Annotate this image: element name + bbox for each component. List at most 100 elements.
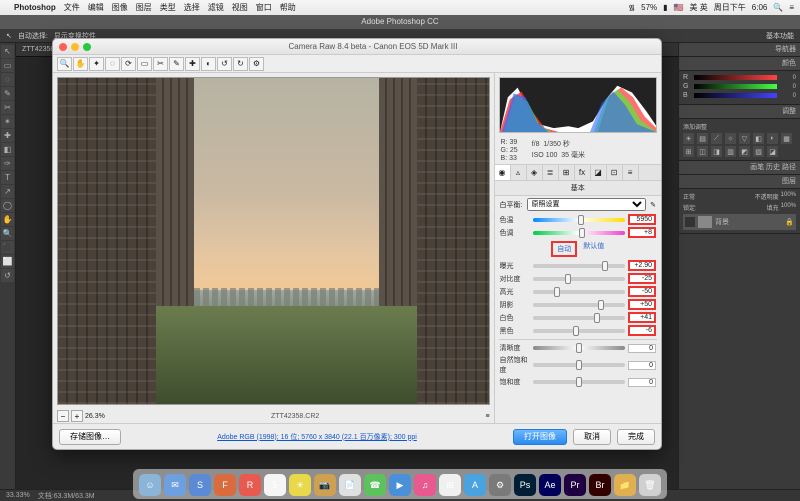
tool-hand[interactable]: ✋ [1, 213, 14, 226]
r-slider[interactable] [694, 75, 777, 80]
notif-icon[interactable]: ≡ [789, 3, 794, 12]
slider-value[interactable]: +41 [628, 312, 656, 323]
zoom-in-button[interactable]: + [71, 410, 83, 422]
g-value[interactable]: 0 [780, 84, 796, 90]
panel-layers-title[interactable]: 图层 [679, 175, 800, 189]
slider-value[interactable]: +8 [628, 227, 656, 238]
tab-hsl[interactable]: ≣ [543, 165, 559, 180]
adj-curves-icon[interactable]: ⟋ [711, 133, 722, 144]
cr-wb-tool[interactable]: ✦ [89, 57, 104, 71]
dock-app-17[interactable]: Pr [564, 474, 586, 496]
cr-prefs[interactable]: ⚙ [249, 57, 264, 71]
slider-track[interactable] [533, 329, 625, 333]
tool-crop[interactable]: ✂ [1, 101, 14, 114]
panel-color-title[interactable]: 颜色 [679, 57, 800, 71]
slider-value[interactable]: +2.90 [628, 260, 656, 271]
dock-app-0[interactable]: ☺ [139, 474, 161, 496]
slider-knob[interactable] [565, 274, 571, 284]
slider-value[interactable]: 0 [628, 344, 656, 353]
tab-fx[interactable]: ◪ [591, 165, 607, 180]
tab-split[interactable]: ⊞ [559, 165, 575, 180]
slider-track[interactable] [533, 231, 625, 235]
tool-reset[interactable]: ↺ [1, 269, 14, 282]
menu-type[interactable]: 类型 [160, 2, 176, 13]
spotlight-icon[interactable]: 🔍 [773, 3, 783, 12]
adj-lut-icon[interactable]: ◫ [697, 146, 708, 157]
slider-knob[interactable] [573, 326, 579, 336]
tab-cal[interactable]: ⊡ [607, 165, 623, 180]
status-zoom[interactable]: 33.33% [6, 492, 30, 499]
b-slider[interactable] [694, 93, 777, 98]
fg-color[interactable]: ⬛ [1, 241, 14, 254]
menu-select[interactable]: 选择 [184, 2, 200, 13]
blend-mode[interactable]: 正常 [683, 192, 695, 201]
slider-value[interactable]: -25 [628, 273, 656, 284]
cr-target-tool[interactable]: ⟳ [121, 57, 136, 71]
dock-app-7[interactable]: 📷 [314, 474, 336, 496]
dock-app-10[interactable]: ▶ [389, 474, 411, 496]
slider-track[interactable] [533, 290, 625, 294]
open-image-button[interactable]: 打开图像 [513, 429, 567, 445]
tool-brush[interactable]: ◧ [1, 143, 14, 156]
tab-lens[interactable]: fx [575, 165, 591, 180]
slider-track[interactable] [533, 264, 625, 268]
tool-zoom[interactable]: 🔍 [1, 227, 14, 240]
auto-link[interactable]: 自动 [551, 241, 577, 257]
menu-window[interactable]: 窗口 [256, 2, 272, 13]
dock-app-15[interactable]: Ps [514, 474, 536, 496]
histogram[interactable] [499, 77, 657, 133]
adj-vibrance-icon[interactable]: ▽ [739, 133, 750, 144]
tool-marquee[interactable]: ▭ [1, 59, 14, 72]
bg-color[interactable]: ⬜ [1, 255, 14, 268]
menu-help[interactable]: 帮助 [280, 2, 296, 13]
slider-track[interactable] [533, 277, 625, 281]
dock-app-11[interactable]: ♫ [414, 474, 436, 496]
tool-stamp[interactable]: ✑ [1, 157, 14, 170]
g-slider[interactable] [694, 84, 777, 89]
slider-value[interactable]: 0 [628, 378, 656, 387]
dock-app-9[interactable]: ☎ [364, 474, 386, 496]
menu-view[interactable]: 视图 [232, 2, 248, 13]
tool-move[interactable]: ↖ [1, 45, 14, 58]
tool-text[interactable]: T [1, 171, 14, 184]
slider-knob[interactable] [594, 313, 600, 323]
close-button[interactable] [59, 43, 67, 51]
tab-basic[interactable]: ◉ [495, 165, 511, 180]
cr-spot-tool[interactable]: ✎ [169, 57, 184, 71]
adj-thresh-icon[interactable]: ◩ [739, 146, 750, 157]
dock-app-2[interactable]: S [189, 474, 211, 496]
zoom-value[interactable]: 26.3% [85, 413, 105, 420]
tool-path[interactable]: ↗ [1, 185, 14, 198]
slider-knob[interactable] [579, 228, 585, 238]
tool-eyedrop[interactable]: ✴ [1, 115, 14, 128]
save-image-button[interactable]: 存储图像… [59, 429, 121, 445]
cr-redeye-tool[interactable]: ✚ [185, 57, 200, 71]
slider-value[interactable]: +50 [628, 299, 656, 310]
fill-value[interactable]: 100% [781, 203, 796, 212]
cancel-button[interactable]: 取消 [573, 429, 611, 445]
adj-exposure-icon[interactable]: ☼ [725, 133, 736, 144]
dock-app-19[interactable]: 📁 [614, 474, 636, 496]
cr-crop-tool[interactable]: ▭ [137, 57, 152, 71]
adj-levels-icon[interactable]: ▤ [697, 133, 708, 144]
wb-select[interactable]: 原照设置 [527, 198, 647, 211]
cr-hand-tool[interactable]: ✋ [73, 57, 88, 71]
adj-mixer-icon[interactable]: ⊞ [683, 146, 694, 157]
wb-picker-icon[interactable]: ✎ [650, 201, 656, 209]
slider-track[interactable] [533, 316, 625, 320]
layer-background[interactable]: 背景 🔒 [683, 214, 796, 230]
cr-preview[interactable] [57, 77, 490, 405]
cr-straighten-tool[interactable]: ✂ [153, 57, 168, 71]
panel-hist-title[interactable]: 画笔 历史 路径 [679, 161, 800, 175]
cr-sampler-tool[interactable]: ◌ [105, 57, 120, 71]
cr-zoom-tool[interactable]: 🔍 [57, 57, 72, 71]
dock-app-8[interactable]: 📄 [339, 474, 361, 496]
ime-label[interactable]: 美 英 [690, 2, 708, 13]
slider-knob[interactable] [554, 287, 560, 297]
slider-track[interactable] [533, 303, 625, 307]
adj-grad-icon[interactable]: ▨ [753, 146, 764, 157]
slider-value[interactable]: -6 [628, 325, 656, 336]
tool-heal[interactable]: ✚ [1, 129, 14, 142]
adj-post-icon[interactable]: ▥ [725, 146, 736, 157]
workspace-switcher[interactable]: 基本功能 [766, 31, 794, 41]
